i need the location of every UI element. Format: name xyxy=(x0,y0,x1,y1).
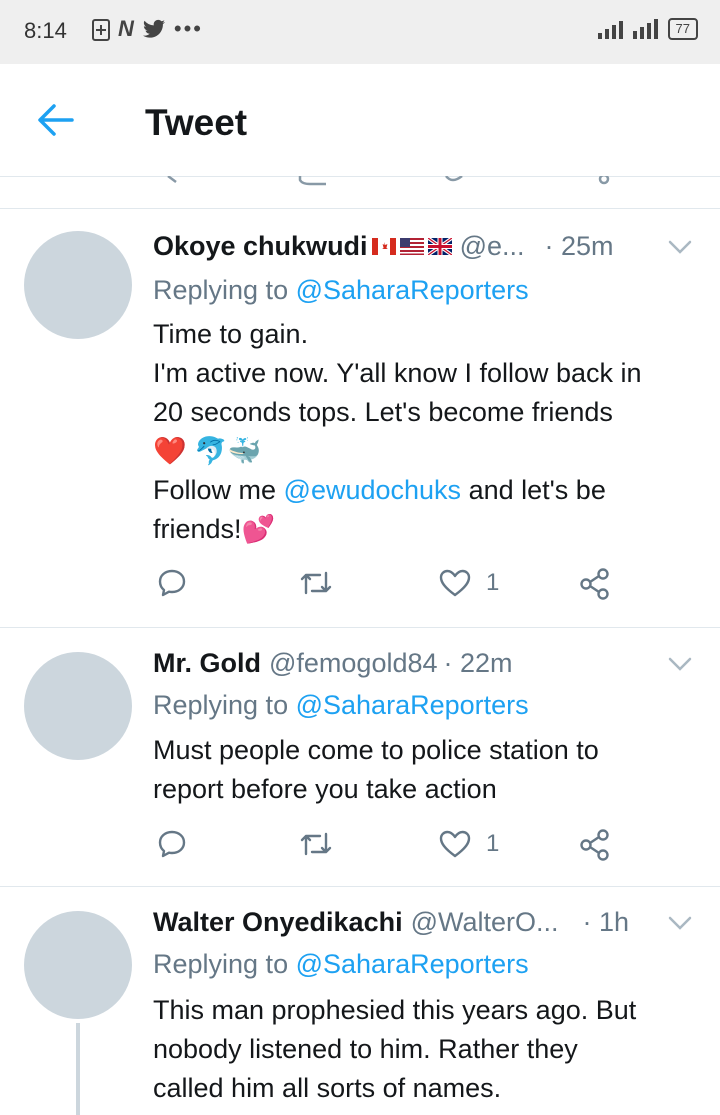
tweet-line: Must people come to police station to xyxy=(153,735,599,765)
tweet-text: This man prophesied this years ago. But … xyxy=(153,991,703,1108)
tweet-reply[interactable]: Walter Onyedikachi @WalterO... · 1h Repl… xyxy=(0,887,720,1115)
share-icon xyxy=(580,568,609,600)
replying-to-mention[interactable]: @SaharaReporters xyxy=(296,949,529,979)
tweet-line: Time to gain. xyxy=(153,319,309,349)
tweet-header: Okoye chukwudi @e... · 25m xyxy=(153,231,700,262)
avatar[interactable] xyxy=(24,911,132,1019)
flag-emojis xyxy=(370,238,452,255)
replying-to-label: Replying to xyxy=(153,949,289,979)
retweet-button[interactable] xyxy=(298,567,334,599)
tweet-actions: 1 xyxy=(0,828,720,868)
share-button[interactable] xyxy=(578,828,612,862)
tweet-header: Walter Onyedikachi @WalterO... · 1h xyxy=(153,907,700,938)
chevron-down-icon[interactable] xyxy=(668,656,692,672)
retweet-button[interactable] xyxy=(298,828,334,860)
signal-2-icon xyxy=(632,19,658,39)
display-name[interactable]: Mr. Gold xyxy=(153,648,261,679)
follow-suffix: and let's be xyxy=(468,475,606,505)
replying-to-label: Replying to xyxy=(153,690,289,720)
tweet-line: This man prophesied this years ago. But xyxy=(153,995,637,1025)
retweet-icon xyxy=(300,571,332,595)
news-app-icon: N xyxy=(118,16,134,41)
user-handle[interactable]: @e... xyxy=(460,231,525,262)
battery-saver-icon xyxy=(92,19,110,41)
replying-to-mention[interactable]: @SaharaReporters xyxy=(296,690,529,720)
app-bar: Tweet xyxy=(0,64,720,177)
chevron-down-icon[interactable] xyxy=(668,239,692,255)
more-notifications-icon: ••• xyxy=(173,16,203,41)
replying-to: Replying to @SaharaReporters xyxy=(153,690,529,721)
tweet-time: · 1h xyxy=(582,907,630,937)
tweet-header: Mr. Gold @femogold84 · 22m xyxy=(153,648,700,679)
usa-flag-icon xyxy=(399,238,424,255)
status-notification-icons: N ••• xyxy=(92,16,203,42)
page-title: Tweet xyxy=(145,102,248,143)
like-icon xyxy=(439,830,471,858)
tweet-line: I'm active now. Y'all know I follow back… xyxy=(153,358,642,388)
display-name[interactable]: Okoye chukwudi xyxy=(153,231,368,262)
status-bar: 8:14 N ••• 77 xyxy=(0,0,720,64)
signal-icon xyxy=(597,19,623,39)
tweet-text: Time to gain. I'm active now. Y'all know… xyxy=(153,315,703,549)
thread-line xyxy=(76,1023,80,1115)
like-count: 1 xyxy=(486,569,500,596)
tweet-text: Must people come to police station to re… xyxy=(153,731,703,809)
clipped-action-icons xyxy=(167,176,610,186)
uk-flag-icon xyxy=(427,238,452,255)
like-count: 1 xyxy=(486,830,500,857)
tweet-reply[interactable]: Mr. Gold @femogold84 · 22m Replying to @… xyxy=(0,628,720,887)
tweet-emoji-line: ❤️ 🐬🐳 xyxy=(153,436,262,466)
status-time: 8:14 xyxy=(24,18,67,43)
twitter-icon xyxy=(142,19,165,38)
tweet-line: called him all sorts of names. xyxy=(153,1073,502,1103)
tweet-reply[interactable]: Okoye chukwudi @e... · 25m Replying to @… xyxy=(0,209,720,628)
replying-to: Replying to @SaharaReporters xyxy=(153,949,529,980)
tweet-time: · 25m xyxy=(544,231,614,261)
tweet-line: 20 seconds tops. Let's become friends xyxy=(153,397,613,427)
like-button[interactable]: 1 xyxy=(438,567,499,599)
tweet-time: · 22m xyxy=(443,648,513,678)
user-handle[interactable]: @femogold84 xyxy=(269,648,438,679)
reply-icon xyxy=(158,569,186,597)
reply-button[interactable] xyxy=(156,567,188,599)
avatar[interactable] xyxy=(24,652,132,760)
follow-mention[interactable]: @ewudochuks xyxy=(284,475,462,505)
replying-to: Replying to @SaharaReporters xyxy=(153,275,529,306)
canada-flag-icon xyxy=(371,238,396,255)
replying-to-label: Replying to xyxy=(153,275,289,305)
user-handle[interactable]: @WalterO... xyxy=(411,907,559,938)
follow-prefix: Follow me xyxy=(153,475,277,505)
replying-to-mention[interactable]: @SaharaReporters xyxy=(296,275,529,305)
tweet-line: report before you take action xyxy=(153,774,497,804)
like-button[interactable]: 1 xyxy=(438,828,499,860)
retweet-icon xyxy=(300,832,332,856)
avatar[interactable] xyxy=(24,231,132,339)
chevron-down-icon[interactable] xyxy=(668,915,692,931)
share-button[interactable] xyxy=(578,567,612,601)
tweet-line: friends!💕 xyxy=(153,514,276,544)
like-icon xyxy=(439,569,471,597)
battery-icon: 77 xyxy=(667,18,698,40)
back-arrow-icon[interactable] xyxy=(36,102,76,138)
tweet-line: Follow me @ewudochuks and let's be xyxy=(153,471,703,510)
reply-icon xyxy=(158,830,186,858)
tweet-line: nobody listened to him. Rather they xyxy=(153,1034,578,1064)
previous-tweet-actions xyxy=(0,176,720,209)
tweet-actions: 1 xyxy=(0,567,720,607)
display-name[interactable]: Walter Onyedikachi xyxy=(153,907,403,938)
reply-button[interactable] xyxy=(156,828,188,860)
status-system-icons: 77 xyxy=(597,18,698,40)
share-icon xyxy=(580,829,609,861)
